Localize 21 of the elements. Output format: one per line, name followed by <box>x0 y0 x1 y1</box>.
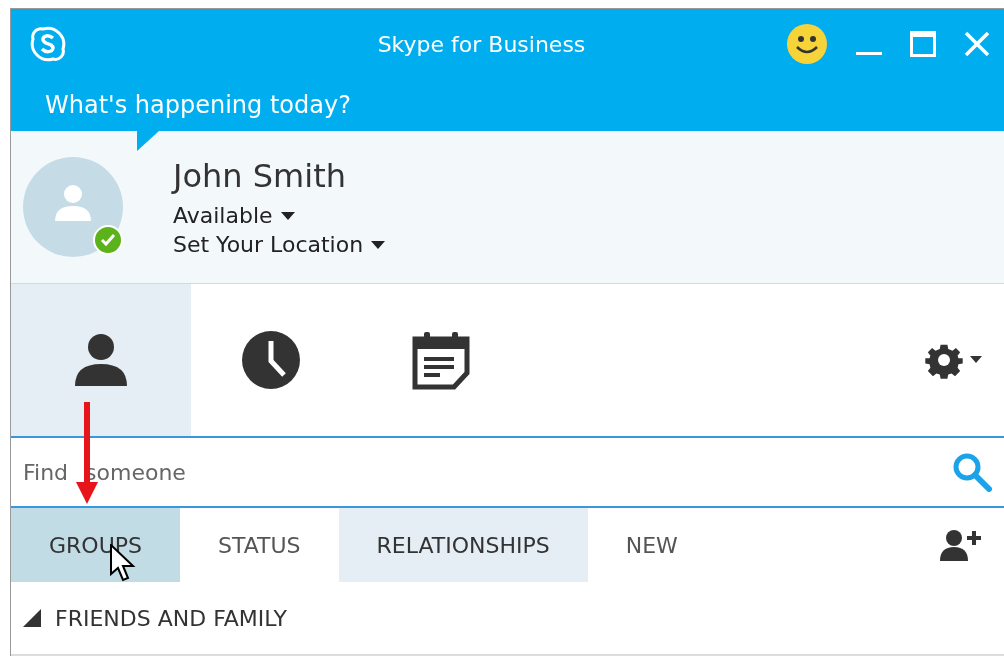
caret-icon <box>371 240 386 249</box>
person-icon <box>73 332 129 388</box>
contact-view-tab[interactable]: STATUS <box>180 508 339 582</box>
contact-view-tab[interactable]: RELATIONSHIPS <box>338 508 588 582</box>
contact-view-tab[interactable]: NEW <box>587 508 716 582</box>
clock-icon <box>242 331 300 389</box>
smiley-icon[interactable] <box>786 23 828 65</box>
location-dropdown[interactable]: Set Your Location <box>173 232 386 257</box>
user-name: John Smith <box>173 157 347 195</box>
search-icon[interactable] <box>952 452 992 492</box>
window-title: Skype for Business <box>376 31 587 57</box>
group-header[interactable]: FRIENDS AND FAMILY <box>55 605 288 631</box>
caret-icon <box>280 211 295 220</box>
contact-view-tab[interactable]: GROUPS <box>11 508 180 582</box>
status-dropdown[interactable]: Available <box>173 203 386 228</box>
search-field[interactable]: Find someone <box>23 458 952 486</box>
nav-tab[interactable] <box>11 284 191 436</box>
skype-logo-icon <box>29 25 67 63</box>
expand-icon[interactable] <box>23 609 41 627</box>
calendar-icon <box>410 329 472 391</box>
person-icon <box>53 183 93 223</box>
